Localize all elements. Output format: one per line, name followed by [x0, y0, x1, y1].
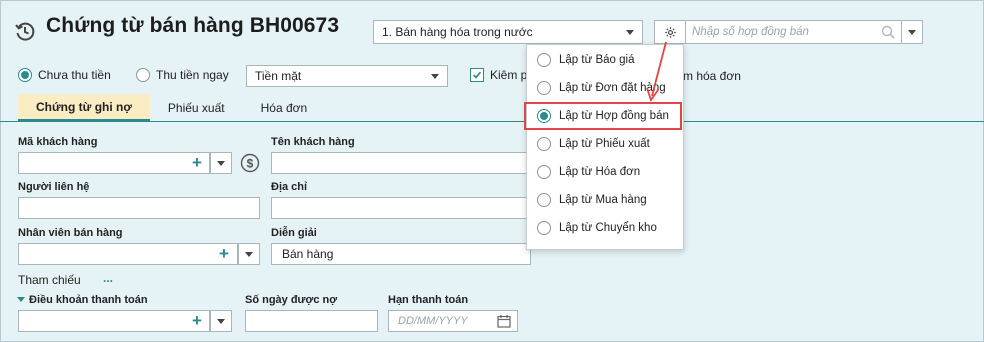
chevron-down-icon — [908, 29, 916, 35]
salesperson-dropdown[interactable] — [238, 243, 260, 265]
invoice-checkbox-label-tail: m hóa đơn — [683, 69, 741, 83]
collapse-triangle-icon[interactable] — [17, 297, 25, 303]
page-title: Chứng từ bán hàng BH00673 — [46, 14, 340, 37]
customer-code-input[interactable] — [18, 152, 210, 174]
menu-item-from-quote[interactable]: Lập từ Báo giá — [537, 53, 634, 67]
reference-more-button[interactable]: ... — [103, 271, 113, 285]
checkmark-icon — [472, 71, 482, 79]
description-value: Bán hàng — [282, 247, 334, 261]
add-customer-icon[interactable]: + — [192, 154, 202, 171]
chevron-down-icon — [217, 318, 225, 324]
chevron-down-icon — [217, 160, 225, 166]
svg-text:$: $ — [247, 157, 254, 171]
tab-debit-voucher[interactable]: Chứng từ ghi nợ — [18, 94, 150, 121]
description-label: Diễn giải — [271, 227, 317, 239]
menu-item-label: Lập từ Báo giá — [559, 54, 635, 66]
salesperson-input[interactable] — [18, 243, 238, 265]
payment-terms-input[interactable] — [18, 310, 210, 332]
chevron-down-icon — [245, 251, 253, 257]
customer-name-input[interactable] — [271, 152, 531, 174]
contract-dropdown-button[interactable] — [901, 20, 923, 44]
customer-name-label: Tên khách hàng — [271, 136, 355, 148]
highlight-box — [524, 102, 682, 130]
radio-paid-indicator[interactable] — [136, 68, 150, 82]
contract-search-input[interactable]: Nhập số hợp đồng bán — [686, 20, 902, 44]
customer-code-dropdown[interactable] — [210, 152, 232, 174]
radio-paid[interactable]: Thu tiền ngay — [136, 68, 229, 82]
radio-indicator[interactable] — [537, 81, 551, 95]
menu-item-from-purchase[interactable]: Lập từ Mua hàng — [537, 193, 647, 207]
invoice-checkbox[interactable]: Kiêm p — [470, 68, 527, 82]
debt-days-input[interactable] — [245, 310, 378, 332]
annotation-arrow-icon — [646, 41, 667, 102]
search-icon[interactable] — [881, 25, 895, 39]
menu-item-label: Lập từ Chuyển kho — [559, 222, 657, 234]
tab-delivery-note[interactable]: Phiếu xuất — [150, 94, 243, 121]
menu-item-label: Lập từ Mua hàng — [559, 194, 647, 206]
address-label: Địa chỉ — [271, 181, 308, 193]
calendar-icon[interactable] — [497, 314, 511, 328]
menu-item-from-transfer[interactable]: Lập từ Chuyển kho — [537, 221, 657, 235]
payment-terms-dropdown[interactable] — [210, 310, 232, 332]
due-date-placeholder: DD/MM/YYYY — [398, 315, 468, 327]
reference-label: Tham chiếu — [18, 273, 81, 287]
radio-indicator[interactable] — [537, 137, 551, 151]
radio-indicator[interactable] — [537, 165, 551, 179]
radio-indicator[interactable] — [537, 53, 551, 67]
checkbox-checked[interactable] — [470, 68, 484, 82]
due-date-input[interactable]: DD/MM/YYYY — [388, 310, 518, 332]
gear-icon — [664, 26, 676, 38]
payment-method-value: Tiền mặt — [255, 69, 302, 83]
debt-days-label: Số ngày được nợ — [245, 294, 338, 306]
tab-invoice[interactable]: Hóa đơn — [243, 94, 326, 121]
invoice-checkbox-label: Kiêm p — [490, 68, 528, 82]
contract-search-placeholder: Nhập số hợp đồng bán — [692, 26, 809, 38]
payment-method-select[interactable]: Tiền mặt — [246, 65, 448, 87]
due-date-label: Hạn thanh toán — [388, 294, 469, 306]
sale-type-value: 1. Bán hàng hóa trong nước — [382, 25, 533, 39]
customer-code-label: Mã khách hàng — [18, 136, 98, 148]
salesperson-label: Nhân viên bán hàng — [18, 227, 123, 239]
add-salesperson-icon[interactable]: + — [219, 245, 229, 262]
address-input[interactable] — [271, 197, 531, 219]
chevron-down-icon — [626, 29, 634, 35]
menu-item-from-invoice[interactable]: Lập từ Hóa đơn — [537, 165, 640, 179]
radio-indicator[interactable] — [537, 193, 551, 207]
contact-input[interactable] — [18, 197, 260, 219]
radio-unpaid[interactable]: Chưa thu tiền — [18, 68, 111, 82]
tab-bar: Chứng từ ghi nợ Phiếu xuất Hóa đơn — [18, 94, 325, 121]
sale-type-select[interactable]: 1. Bán hàng hóa trong nước — [373, 20, 643, 44]
radio-indicator[interactable] — [537, 221, 551, 235]
history-icon[interactable] — [14, 20, 36, 42]
radio-unpaid-indicator[interactable] — [18, 68, 32, 82]
menu-item-label: Lập từ Hóa đơn — [559, 166, 641, 178]
add-payment-terms-icon[interactable]: + — [192, 312, 202, 329]
tab-divider — [0, 121, 984, 122]
chevron-down-icon — [431, 73, 439, 79]
dollar-circle-icon[interactable]: $ — [240, 153, 260, 173]
menu-item-from-delivery-note[interactable]: Lập từ Phiếu xuất — [537, 137, 650, 151]
menu-item-label: Lập từ Phiếu xuất — [559, 138, 650, 150]
radio-unpaid-label: Chưa thu tiền — [38, 68, 111, 82]
contact-label: Người liên hệ — [18, 181, 90, 193]
payment-terms-label: Điều khoản thanh toán — [29, 294, 148, 306]
radio-paid-label: Thu tiền ngay — [156, 68, 229, 82]
description-input[interactable]: Bán hàng — [271, 243, 531, 265]
